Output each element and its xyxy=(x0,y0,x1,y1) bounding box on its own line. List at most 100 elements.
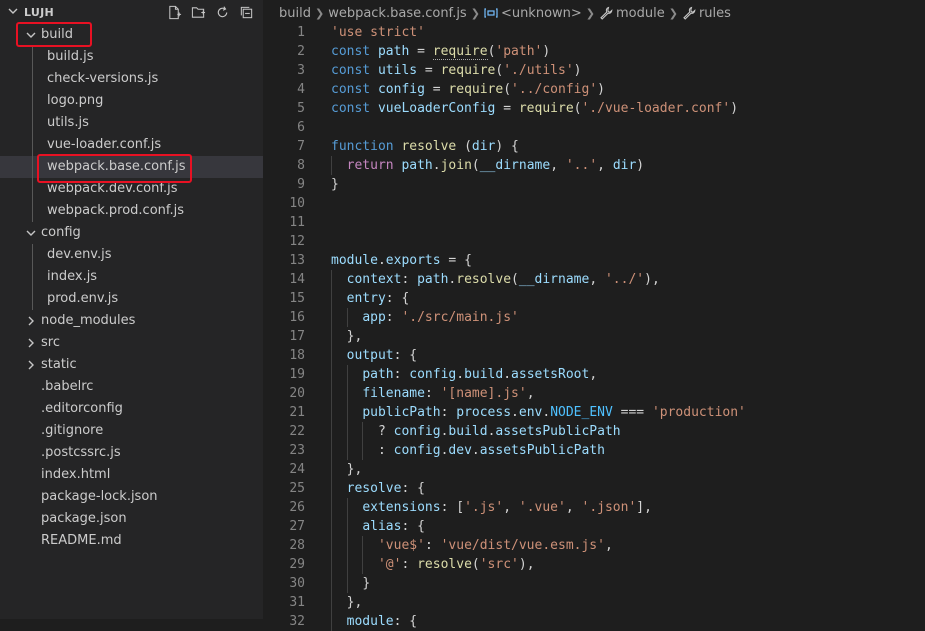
breadcrumb-file[interactable]: webpack.base.conf.js xyxy=(328,6,467,21)
line-number: 15 xyxy=(289,291,305,306)
code-token: resolve xyxy=(456,272,512,287)
collapse-all-icon xyxy=(240,6,252,18)
tree-file[interactable]: index.js xyxy=(0,266,263,288)
code-line: 7 function resolve (dir) { xyxy=(263,137,925,156)
code-area[interactable]: 1'use strict' 2 const path = require('path… xyxy=(263,23,925,631)
tree-file[interactable]: utils.js xyxy=(0,112,263,134)
tree-folder[interactable]: static xyxy=(0,354,263,376)
code-token: 'path' xyxy=(495,44,543,59)
code-line: 17}, xyxy=(263,327,925,346)
code-token: resolve xyxy=(401,139,457,154)
tree-file[interactable]: prod.env.js xyxy=(0,288,263,310)
code-token: require xyxy=(518,101,574,116)
code-token: exports xyxy=(385,253,441,268)
breadcrumb-symbol-rules-label: rules xyxy=(698,5,731,21)
breadcrumb-symbol-module[interactable]: module xyxy=(599,6,665,21)
code-token: }, xyxy=(346,595,363,610)
code-token: './utils' xyxy=(503,63,574,78)
tree-file[interactable]: webpack.prod.conf.js xyxy=(0,200,263,222)
code-line: 24}, xyxy=(263,460,925,479)
line-number: 23 xyxy=(289,443,305,458)
code-line: 8 return path.join(__dirname, '..', dir) xyxy=(263,156,925,175)
line-number: 4 xyxy=(297,82,305,97)
new-folder-button[interactable] xyxy=(189,4,207,20)
code-token: ? xyxy=(377,424,394,439)
line-number: 10 xyxy=(289,196,305,211)
code-token: '../config' xyxy=(511,82,598,97)
code-token: . xyxy=(432,158,441,173)
code-token: : xyxy=(401,557,418,572)
code-token: dir xyxy=(612,158,637,173)
tree-file[interactable]: webpack.base.conf.js xyxy=(0,156,263,178)
tree-file[interactable]: .babelrc xyxy=(0,376,263,398)
code-text: const utils = require('./utils') xyxy=(331,61,582,80)
line-number: 27 xyxy=(289,519,305,534)
code-token: const xyxy=(331,44,371,59)
code-token: ( xyxy=(511,272,519,287)
indent-guide xyxy=(331,460,332,479)
tree-item-label: webpack.prod.conf.js xyxy=(47,203,185,218)
chevron-right-icon xyxy=(24,310,38,332)
tree-folder[interactable]: node_modules xyxy=(0,310,263,332)
tree-file[interactable]: vue-loader.conf.js xyxy=(0,134,263,156)
tree-file[interactable]: webpack.dev.conf.js xyxy=(0,178,263,200)
code-token: ) xyxy=(597,82,605,97)
code-token: : xyxy=(377,443,394,458)
tree-file[interactable]: .postcssrc.js xyxy=(0,442,263,464)
tree-file[interactable]: build.js xyxy=(0,46,263,68)
tree-file[interactable]: index.html xyxy=(0,464,263,486)
code-token: 'vue$' xyxy=(377,538,425,553)
code-token: . xyxy=(511,405,519,420)
indent-guide xyxy=(331,289,332,308)
code-token: require xyxy=(448,82,504,97)
explorer-root-header[interactable]: LUJH xyxy=(0,0,263,24)
code-line: 31}, xyxy=(263,593,925,612)
line-number: 12 xyxy=(289,234,305,249)
code-token: resolve xyxy=(346,481,402,496)
breadcrumb-symbol-unknown[interactable]: <unknown> xyxy=(484,6,582,21)
line-number: 21 xyxy=(289,405,305,420)
code-token: : xyxy=(393,367,410,382)
new-file-button[interactable] xyxy=(165,4,183,20)
collapse-all-button[interactable] xyxy=(237,4,255,20)
code-token: filename xyxy=(362,386,425,401)
indent-guide xyxy=(362,441,364,460)
code-token: = { xyxy=(440,253,472,268)
line-number: 19 xyxy=(289,367,305,382)
breadcrumb-symbol-rules[interactable]: rules xyxy=(682,6,731,21)
code-token: : { xyxy=(385,291,410,306)
tree-file[interactable]: .gitignore xyxy=(0,420,263,442)
code-token: }, xyxy=(346,462,363,477)
code-text: }, xyxy=(347,593,363,612)
tree-file[interactable]: check-versions.js xyxy=(0,68,263,90)
code-token: . xyxy=(542,405,551,420)
code-line: 25 resolve: { xyxy=(263,479,925,498)
line-number: 18 xyxy=(289,348,305,363)
refresh-button[interactable] xyxy=(213,4,231,20)
tree-file[interactable]: logo.png xyxy=(0,90,263,112)
tree-file[interactable]: package.json xyxy=(0,508,263,530)
code-token: , xyxy=(604,538,613,553)
indent-guide xyxy=(331,555,332,574)
tree-item-label: node_modules xyxy=(41,313,136,328)
tree-folder[interactable]: build xyxy=(0,24,263,46)
code-token: utils xyxy=(377,63,418,78)
code-text: resolve: { xyxy=(347,479,425,498)
tree-item-label: vue-loader.conf.js xyxy=(47,137,162,152)
code-token: './src/main.js' xyxy=(401,310,519,325)
tree-file[interactable]: package-lock.json xyxy=(0,486,263,508)
tree-item-label: package.json xyxy=(41,511,127,526)
line-number: 3 xyxy=(297,63,305,78)
code-text: 'vue$': 'vue/dist/vue.esm.js', xyxy=(378,536,613,555)
tree-folder[interactable]: config xyxy=(0,222,263,244)
tree-file[interactable]: dev.env.js xyxy=(0,244,263,266)
code-token: context xyxy=(346,272,402,287)
code-token: : { xyxy=(401,519,425,534)
code-token: output xyxy=(346,348,394,363)
tree-file[interactable]: README.md xyxy=(0,530,263,552)
tree-folder[interactable]: src xyxy=(0,332,263,354)
tree-file[interactable]: .editorconfig xyxy=(0,398,263,420)
tree-item-label: index.html xyxy=(41,467,111,482)
breadcrumb-folder[interactable]: build xyxy=(279,6,311,21)
file-tree: build build.js check-versions.js logo.png ut… xyxy=(0,24,263,552)
